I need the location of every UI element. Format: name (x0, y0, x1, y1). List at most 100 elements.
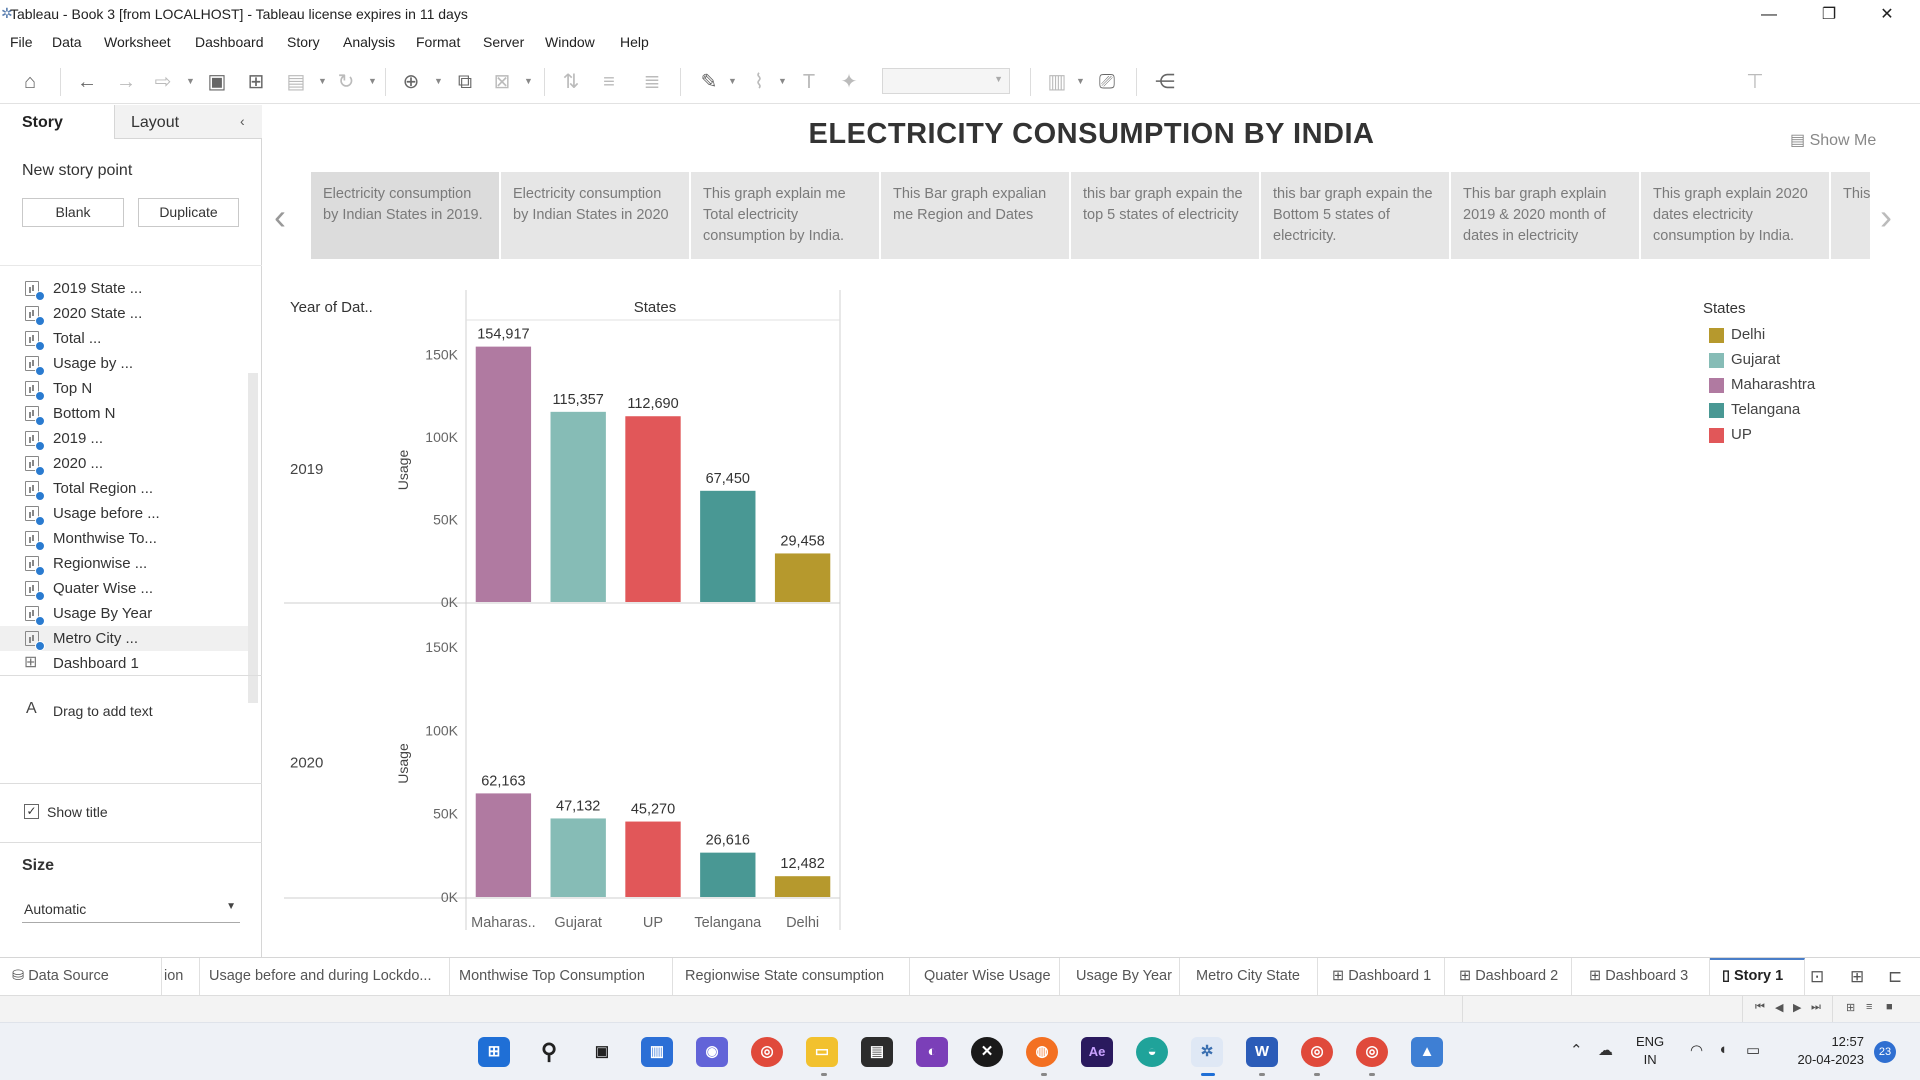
swap-rows-columns-icon[interactable]: ⇅ (558, 70, 584, 94)
story-point-caption[interactable]: This bar graph explain 2019 & 2020 month… (1451, 172, 1639, 259)
chrome-profile-icon[interactable]: ◎ (1301, 1037, 1333, 1067)
sheet-tab[interactable]: ion (162, 958, 200, 996)
sheet-tab[interactable]: Usage before and during Lockdo... (200, 958, 450, 996)
tab-data-source[interactable]: ⛁ Data Source (0, 958, 162, 996)
duplicate-sheet-icon[interactable]: ⧉ (452, 70, 478, 94)
chrome-icon-2[interactable]: ◎ (1356, 1037, 1388, 1067)
home-icon[interactable]: ⌂ (17, 70, 43, 94)
next-sheet-icon[interactable]: ▶ (1793, 1001, 1801, 1014)
menu-file[interactable]: File (10, 34, 33, 50)
show-tabs-icon[interactable]: ■ (1886, 1001, 1893, 1013)
minimize-button[interactable]: — (1746, 2, 1792, 28)
story-tab[interactable]: ▯ Story 1 (1710, 958, 1805, 996)
next-story-point-icon[interactable]: › (1880, 196, 1892, 238)
dashboard-tab[interactable]: ⊞ Dashboard 1 (1318, 958, 1445, 996)
redo-icon[interactable]: → (113, 70, 139, 94)
menu-data[interactable]: Data (52, 34, 82, 50)
sheet-tab[interactable]: Regionwise State consumption (673, 958, 910, 996)
previous-story-point-icon[interactable]: ‹ (274, 196, 286, 238)
sheet-list-scrollbar[interactable] (248, 373, 258, 703)
show-sheet-sorter-icon[interactable]: ≡ (1866, 1001, 1872, 1013)
clear-sheet-icon[interactable]: ⊠ (489, 70, 515, 94)
fit-dropdown[interactable]: ▼ (882, 68, 1010, 94)
sort-descending-icon[interactable]: ≣ (639, 70, 665, 94)
story-sheet-item[interactable]: Bottom N (0, 401, 248, 426)
new-worksheet-icon[interactable]: ⊡ (1810, 967, 1824, 987)
menu-help[interactable]: Help (620, 34, 649, 50)
dashboard-tab[interactable]: ⊞ Dashboard 3 (1572, 958, 1710, 996)
drag-text-item[interactable]: A Drag to add text (0, 675, 262, 783)
story-point-caption[interactable]: This ... the elec... (1831, 172, 1870, 259)
xbox-icon[interactable]: ✕ (971, 1037, 1003, 1067)
volume-icon[interactable]: ◖ (1718, 1041, 1727, 1058)
story-sheet-item[interactable]: Usage by ... (0, 351, 248, 376)
sheet-tab[interactable]: Usage By Year (1060, 958, 1180, 996)
menu-window[interactable]: Window (545, 34, 595, 50)
story-sheet-item[interactable]: 2019 ... (0, 426, 248, 451)
collapse-pane-icon[interactable]: ‹ (240, 113, 245, 129)
dashboard-tab[interactable]: ⊞ Dashboard 2 (1445, 958, 1572, 996)
start-icon[interactable]: ⊞ (478, 1037, 510, 1067)
story-sheet-item[interactable]: 2020 ... (0, 451, 248, 476)
story-sheet-item[interactable]: 2019 State ... (0, 276, 248, 301)
pause-auto-updates-icon[interactable]: ▤ (283, 70, 309, 94)
story-sheet-item[interactable]: Metro City ... (0, 626, 248, 651)
task-view-icon[interactable]: ▣ (586, 1037, 618, 1067)
search-icon[interactable]: ⚲ (533, 1037, 565, 1067)
blank-button[interactable]: Blank (22, 198, 124, 227)
menu-format[interactable]: Format (416, 34, 460, 50)
highlight-icon[interactable]: ✎ (696, 70, 722, 94)
language-indicator[interactable]: ENG IN (1636, 1033, 1664, 1069)
menu-analysis[interactable]: Analysis (343, 34, 395, 50)
chevron-up-icon[interactable]: ⌃ (1570, 1041, 1583, 1059)
presentation-mode-icon[interactable]: ⎚ (1094, 70, 1120, 94)
show-cards-icon[interactable]: ▥ (1044, 70, 1070, 94)
photos-icon[interactable]: ▲ (1411, 1037, 1443, 1067)
legend-item[interactable]: Delhi (1709, 325, 1879, 345)
new-story-icon[interactable]: ⊏ (1888, 967, 1902, 987)
legend-item[interactable]: Telangana (1709, 400, 1879, 420)
last-sheet-icon[interactable]: ⏭ (1811, 1001, 1821, 1014)
story-sheet-item[interactable]: Top N (0, 376, 248, 401)
story-sheet-item[interactable]: Quater Wise ... (0, 576, 248, 601)
story-sheet-item[interactable]: 2020 State ... (0, 301, 248, 326)
previous-sheet-icon[interactable]: ◀ (1775, 1001, 1783, 1014)
store-icon[interactable]: ▤ (861, 1037, 893, 1067)
wifi-icon[interactable]: ◠ (1690, 1041, 1703, 1059)
show-title-checkbox[interactable]: ✓ (24, 804, 39, 819)
replay-icon[interactable]: ⇨ (150, 70, 176, 94)
story-sheet-item[interactable]: Total Region ... (0, 476, 248, 501)
new-worksheet-icon[interactable]: ⊕ (398, 70, 424, 94)
sheet-tab[interactable]: Monthwise Top Consumption (450, 958, 673, 996)
app-icon[interactable]: ◐ (916, 1037, 948, 1067)
undo-icon[interactable]: ← (74, 70, 100, 94)
menu-server[interactable]: Server (483, 34, 524, 50)
show-mark-labels-icon[interactable]: T (796, 70, 822, 94)
story-sheet-item[interactable]: Usage before ... (0, 501, 248, 526)
legend-item[interactable]: UP (1709, 425, 1879, 445)
size-dropdown[interactable]: Automatic ▼ (22, 897, 240, 923)
new-data-source-icon[interactable]: ⊞ (243, 70, 269, 94)
battery-icon[interactable]: ▭ (1746, 1041, 1760, 1059)
onedrive-icon[interactable]: ☁ (1598, 1041, 1613, 1059)
refresh-icon[interactable]: ↻ (333, 70, 359, 94)
chrome-icon[interactable]: ◎ (751, 1037, 783, 1067)
story-point-caption[interactable]: this bar graph expain the Bottom 5 state… (1261, 172, 1449, 259)
firefox-icon[interactable]: ◍ (1026, 1037, 1058, 1067)
notification-badge[interactable]: 23 (1874, 1041, 1896, 1063)
tableau-icon[interactable]: ✲ (1191, 1037, 1223, 1067)
story-sheet-item[interactable]: Total ... (0, 326, 248, 351)
story-sheet-item[interactable]: Monthwise To... (0, 526, 248, 551)
edge-icon[interactable]: ◒ (1136, 1037, 1168, 1067)
after-effects-icon[interactable]: Ae (1081, 1037, 1113, 1067)
legend-item[interactable]: Maharashtra (1709, 375, 1879, 395)
duplicate-button[interactable]: Duplicate (138, 198, 239, 227)
clock[interactable]: 12:57 20-04-2023 (1784, 1033, 1865, 1069)
show-filmstrip-icon[interactable]: ⊞ (1846, 1001, 1855, 1014)
menu-dashboard[interactable]: Dashboard (195, 34, 264, 50)
group-members-icon[interactable]: ⌇ (746, 70, 772, 94)
story-point-caption[interactable]: This graph explain 2020 dates electricit… (1641, 172, 1829, 259)
save-icon[interactable]: ▣ (204, 70, 230, 94)
legend-item[interactable]: Gujarat (1709, 350, 1879, 370)
close-button[interactable]: ✕ (1864, 2, 1910, 28)
